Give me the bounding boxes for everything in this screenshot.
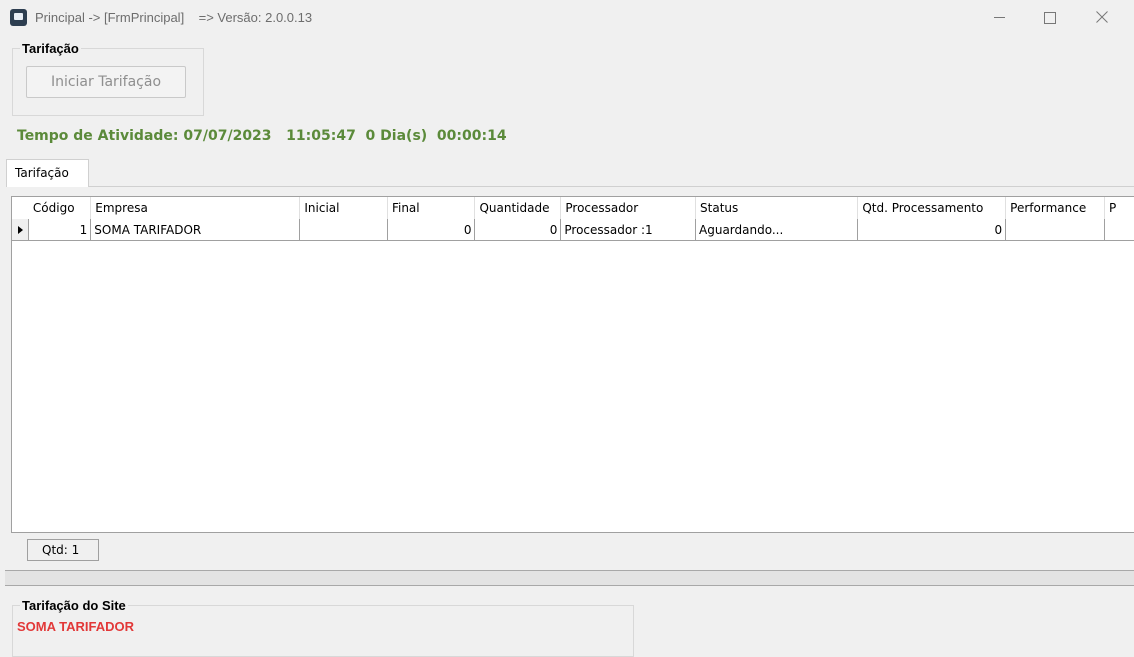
cell-inicial[interactable] [299,219,388,241]
grid-header-row: Código Empresa Inicial Final Quantidade … [12,197,1134,219]
cell-processador[interactable]: Processador :1 [560,219,697,241]
window-title: Principal -> [FrmPrincipal] => Versão: 2… [35,10,313,25]
cell-final[interactable]: 0 [387,219,476,241]
site-company-name: SOMA TARIFADOR [17,619,134,634]
column-header-inicial[interactable]: Inicial [299,197,388,219]
close-icon [1096,11,1108,23]
table-row[interactable]: 1 SOMA TARIFADOR 0 0 Processador :1 Agua… [12,219,1134,241]
cell-p[interactable] [1104,219,1134,241]
column-header-p[interactable]: P [1104,197,1134,219]
cell-status[interactable]: Aguardando... [695,219,859,241]
column-header-final[interactable]: Final [387,197,476,219]
panel-splitter[interactable] [5,570,1134,586]
cell-quantidade[interactable]: 0 [474,219,562,241]
app-icon [10,9,27,26]
start-tarifacao-button[interactable]: Iniciar Tarifação [26,66,186,98]
column-header-quantidade[interactable]: Quantidade [474,197,562,219]
cell-qtd-processamento[interactable]: 0 [857,219,1007,241]
tarifacao-group-legend: Tarifação [20,41,81,56]
site-tarifacao-group-legend: Tarifação do Site [20,598,128,613]
title-bar: Principal -> [FrmPrincipal] => Versão: 2… [0,0,1134,38]
row-pointer-icon [17,226,23,234]
tab-divider [89,186,1134,187]
grid-table: Código Empresa Inicial Final Quantidade … [12,197,1134,241]
uptime-label: Tempo de Atividade: 07/07/2023 11:05:47 … [17,128,507,144]
column-header-status[interactable]: Status [695,197,859,219]
row-indicator-header [12,197,29,219]
cell-codigo[interactable]: 1 [28,219,92,241]
row-count-label: Qtd: 1 [27,539,99,561]
tarifacao-grid[interactable]: Código Empresa Inicial Final Quantidade … [11,196,1134,532]
row-indicator [12,219,30,241]
close-button[interactable] [1079,0,1125,36]
maximize-button[interactable] [1026,0,1072,36]
cell-performance[interactable] [1005,219,1106,241]
tab-tarifacao[interactable]: Tarifação [6,159,89,187]
cell-empresa[interactable]: SOMA TARIFADOR [90,219,301,241]
column-header-performance[interactable]: Performance [1005,197,1106,219]
column-header-codigo[interactable]: Código [28,197,92,219]
minimize-button[interactable] [977,0,1023,36]
column-header-empresa[interactable]: Empresa [90,197,301,219]
column-header-processador[interactable]: Processador [560,197,697,219]
grid-footer: Qtd: 1 [11,532,1134,567]
column-header-qtd-processamento[interactable]: Qtd. Processamento [857,197,1007,219]
